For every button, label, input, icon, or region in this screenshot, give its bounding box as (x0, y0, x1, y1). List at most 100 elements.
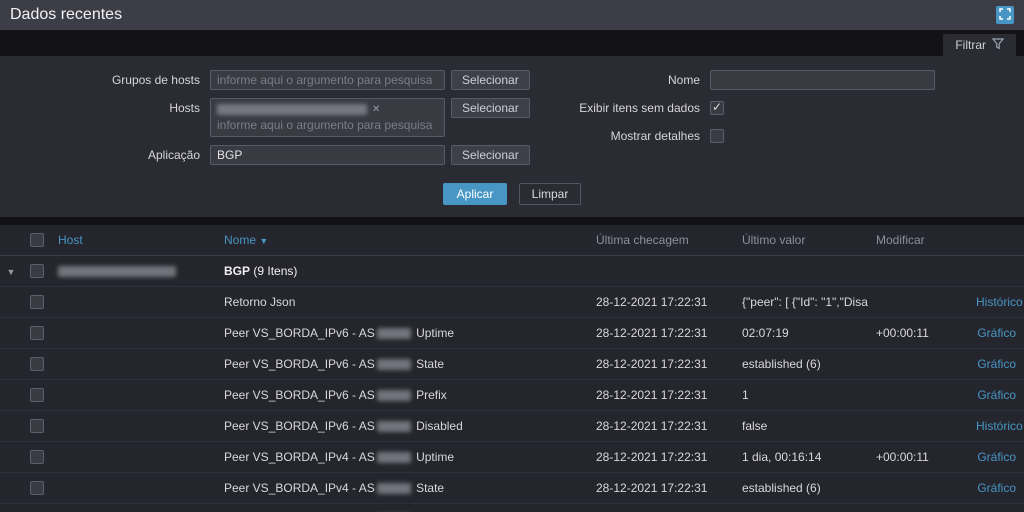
redacted-text (376, 421, 411, 433)
hosts-select-button[interactable]: Selecionar (451, 98, 530, 118)
last-value-cell: 1 (734, 503, 868, 512)
change-cell (868, 472, 968, 504)
name-input[interactable] (710, 70, 935, 90)
table-row: Peer VS_BORDA_IPv6 - AS Disabled 28-12-2… (0, 410, 1024, 442)
collapse-group-icon[interactable]: ▼ (7, 267, 16, 277)
table-row: Peer VS_BORDA_IPv4 - AS Prefix 28-12-202… (0, 503, 1024, 512)
table-row: Peer VS_BORDA_IPv6 - AS Uptime 28-12-202… (0, 317, 1024, 349)
host-groups-label: Grupos de hosts (111, 73, 200, 87)
item-name-prefix: Retorno Json (224, 295, 296, 309)
column-header-nome[interactable]: Nome ▼ (216, 225, 588, 256)
redacted-text (376, 359, 411, 371)
item-name-suffix: Disabled (412, 419, 463, 433)
select-all-checkbox[interactable] (30, 233, 44, 247)
change-cell (868, 503, 968, 512)
item-name-cell: Peer VS_BORDA_IPv4 - AS Prefix (216, 503, 588, 512)
row-action-link[interactable]: Gráfico (977, 388, 1016, 402)
last-value-cell: established (6) (734, 348, 868, 380)
table-row: Peer VS_BORDA_IPv6 - AS Prefix 28-12-202… (0, 379, 1024, 411)
page-title: Dados recentes (10, 6, 123, 23)
row-checkbox[interactable] (30, 326, 44, 340)
row-checkbox[interactable] (30, 388, 44, 402)
hosts-multiselect[interactable]: ✕ (210, 98, 445, 137)
last-check-cell: 28-12-2021 17:22:31 (588, 472, 734, 504)
last-value-cell: 1 (734, 379, 868, 411)
row-checkbox[interactable] (30, 357, 44, 371)
table-header-row: Host Nome ▼ Última checagem Último valor… (0, 225, 1024, 256)
name-label: Nome (667, 73, 700, 87)
item-name-suffix: State (412, 481, 445, 495)
show-without-data-checkbox[interactable] (710, 100, 724, 115)
clear-button[interactable]: Limpar (518, 183, 582, 205)
change-cell: +00:00:11 (868, 441, 968, 473)
application-input[interactable] (210, 145, 445, 165)
host-groups-select-button[interactable]: Selecionar (451, 70, 530, 90)
table-row: Retorno Json 28-12-2021 17:22:31 {"peer"… (0, 286, 1024, 318)
last-value-cell: established (6) (734, 472, 868, 504)
row-action-link[interactable]: Histórico (976, 295, 1023, 309)
change-cell (868, 286, 968, 318)
item-name-cell: Peer VS_BORDA_IPv6 - AS Prefix (216, 379, 588, 411)
redacted-text (376, 328, 411, 340)
latest-data-table-section: Host Nome ▼ Última checagem Último valor… (0, 225, 1024, 512)
item-name-suffix: Prefix (412, 388, 447, 402)
hosts-input[interactable] (217, 117, 438, 133)
item-name-prefix: Peer VS_BORDA_IPv6 - AS (224, 326, 375, 340)
last-check-cell: 28-12-2021 17:22:31 (588, 410, 734, 442)
application-group-name: BGP (224, 264, 251, 278)
host-name-redacted (58, 266, 176, 278)
item-name-suffix: State (412, 357, 445, 371)
hosts-label: Hosts (169, 101, 200, 115)
fullscreen-icon (999, 7, 1011, 23)
show-details-checkbox[interactable] (710, 129, 724, 143)
item-name-cell: Peer VS_BORDA_IPv6 - AS Disabled (216, 410, 588, 442)
last-value-cell: {"peer": [ {"Id": "1","Disabled... (734, 286, 868, 318)
sort-desc-icon: ▼ (259, 236, 269, 246)
remove-host-icon[interactable]: ✕ (372, 104, 380, 115)
filter-tab[interactable]: Filtrar (943, 34, 1016, 56)
row-action-link[interactable]: Gráfico (977, 326, 1016, 340)
host-groups-input[interactable] (210, 70, 445, 90)
last-value-cell: 02:07:19 (734, 317, 868, 349)
row-checkbox[interactable] (30, 419, 44, 433)
latest-data-table: Host Nome ▼ Última checagem Último valor… (0, 225, 1024, 512)
last-check-cell: 28-12-2021 17:22:31 (588, 379, 734, 411)
column-header-host[interactable]: Host (50, 225, 216, 256)
row-checkbox[interactable] (30, 295, 44, 309)
item-name-prefix: Peer VS_BORDA_IPv4 - AS (224, 450, 375, 464)
row-action-link[interactable]: Gráfico (977, 450, 1016, 464)
row-checkbox[interactable] (30, 450, 44, 464)
application-select-button[interactable]: Selecionar (451, 145, 530, 165)
row-action-link[interactable]: Gráfico (977, 357, 1016, 371)
last-value-cell: 1 dia, 00:16:14 (734, 441, 868, 473)
filter-funnel-icon (991, 37, 1005, 53)
filter-tab-label: Filtrar (955, 38, 986, 52)
last-check-cell: 28-12-2021 17:22:31 (588, 503, 734, 512)
row-action-link[interactable]: Histórico (976, 419, 1023, 433)
apply-button[interactable]: Aplicar (442, 183, 508, 205)
item-name-suffix: Uptime (412, 450, 455, 464)
column-header-ultima-checagem: Última checagem (588, 225, 734, 256)
item-name-prefix: Peer VS_BORDA_IPv6 - AS (224, 388, 375, 402)
table-row: Peer VS_BORDA_IPv6 - AS State 28-12-2021… (0, 348, 1024, 380)
filter-panel: Grupos de hosts Selecionar Hosts ✕ Selec… (0, 56, 1024, 217)
last-check-cell: 28-12-2021 17:22:31 (588, 286, 734, 318)
row-checkbox[interactable] (30, 481, 44, 495)
group-row: ▼ BGP (9 Itens) (0, 255, 1024, 287)
column-header-modificar: Modificar (868, 225, 968, 256)
last-check-cell: 28-12-2021 17:22:31 (588, 348, 734, 380)
fullscreen-button[interactable] (996, 6, 1014, 24)
title-bar: Dados recentes (0, 0, 1024, 30)
application-group-count: (9 Itens) (253, 264, 298, 278)
column-header-ultimo-valor: Último valor (734, 225, 868, 256)
item-name-prefix: Peer VS_BORDA_IPv6 - AS (224, 357, 375, 371)
redacted-text (376, 390, 411, 402)
show-without-data-label: Exibir itens sem dados (579, 101, 700, 115)
redacted-text (376, 483, 411, 495)
group-checkbox[interactable] (30, 264, 44, 278)
item-name-prefix: Peer VS_BORDA_IPv4 - AS (224, 481, 375, 495)
row-action-link[interactable]: Gráfico (977, 481, 1016, 495)
table-row: Peer VS_BORDA_IPv4 - AS Uptime 28-12-202… (0, 441, 1024, 473)
change-cell (868, 410, 968, 442)
item-name-prefix: Peer VS_BORDA_IPv6 - AS (224, 419, 375, 433)
